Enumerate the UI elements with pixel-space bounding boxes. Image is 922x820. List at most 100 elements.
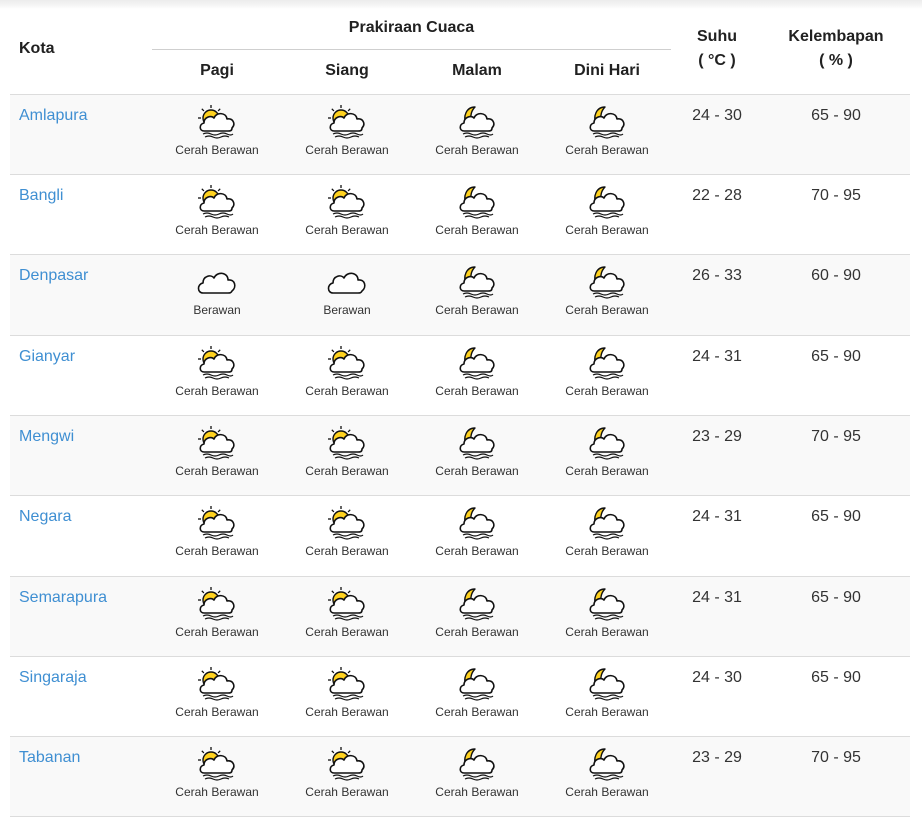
humidity-range: 70 - 95 bbox=[811, 749, 861, 766]
partly-cloudy-night-icon bbox=[412, 183, 542, 221]
partly-cloudy-day-icon bbox=[282, 665, 412, 703]
partly-cloudy-day-icon bbox=[152, 344, 282, 382]
weather-label: Cerah Berawan bbox=[175, 464, 259, 478]
partly-cloudy-day-icon bbox=[282, 745, 412, 783]
weather-cell: Cerah Berawan bbox=[282, 183, 412, 243]
weather-cell: Cerah Berawan bbox=[542, 344, 672, 404]
weather-label: Cerah Berawan bbox=[565, 785, 649, 799]
weather-cell: Cerah Berawan bbox=[542, 585, 672, 645]
humidity-range: 65 - 90 bbox=[811, 348, 861, 365]
weather-label: Cerah Berawan bbox=[175, 143, 259, 157]
weather-cell: Cerah Berawan bbox=[412, 103, 542, 163]
city-link[interactable]: Bangli bbox=[19, 187, 63, 205]
humidity-range: 70 - 95 bbox=[811, 187, 861, 204]
table-row: Amlapura Cerah Berawan Cerah Berawan Cerah … bbox=[10, 95, 910, 175]
partly-cloudy-day-icon bbox=[152, 103, 282, 141]
weather-cell: Cerah Berawan bbox=[282, 504, 412, 564]
partly-cloudy-night-icon bbox=[542, 183, 672, 221]
humidity-range: 70 - 95 bbox=[811, 428, 861, 445]
city-link[interactable]: Tabanan bbox=[19, 749, 80, 767]
partly-cloudy-day-icon bbox=[152, 183, 282, 221]
partly-cloudy-night-icon bbox=[542, 344, 672, 382]
weather-label: Cerah Berawan bbox=[175, 384, 259, 398]
weather-label: Cerah Berawan bbox=[305, 223, 389, 237]
partly-cloudy-day-icon bbox=[152, 665, 282, 703]
partly-cloudy-night-icon bbox=[542, 585, 672, 623]
weather-cell: Cerah Berawan bbox=[282, 344, 412, 404]
temperature-range: 24 - 30 bbox=[692, 669, 742, 686]
city-link[interactable]: Mengwi bbox=[19, 428, 74, 446]
partly-cloudy-night-icon bbox=[542, 745, 672, 783]
humidity-range: 65 - 90 bbox=[811, 669, 861, 686]
city-link[interactable]: Amlapura bbox=[19, 107, 87, 125]
weather-cell: Cerah Berawan bbox=[412, 263, 542, 323]
partly-cloudy-night-icon bbox=[412, 504, 542, 542]
weather-label: Cerah Berawan bbox=[175, 785, 259, 799]
partly-cloudy-night-icon bbox=[542, 263, 672, 301]
weather-label: Cerah Berawan bbox=[435, 143, 519, 157]
weather-cell: Cerah Berawan bbox=[152, 745, 282, 805]
weather-cell: Cerah Berawan bbox=[282, 424, 412, 484]
weather-cell: Cerah Berawan bbox=[152, 504, 282, 564]
partly-cloudy-day-icon bbox=[152, 745, 282, 783]
partly-cloudy-day-icon bbox=[282, 424, 412, 462]
weather-label: Cerah Berawan bbox=[305, 544, 389, 558]
weather-cell: Cerah Berawan bbox=[282, 585, 412, 645]
weather-cell: Cerah Berawan bbox=[152, 665, 282, 725]
partly-cloudy-night-icon bbox=[412, 585, 542, 623]
weather-label: Cerah Berawan bbox=[435, 625, 519, 639]
partly-cloudy-day-icon bbox=[282, 183, 412, 221]
weather-label: Cerah Berawan bbox=[435, 544, 519, 558]
temperature-range: 26 - 33 bbox=[692, 267, 742, 284]
temperature-range: 24 - 31 bbox=[692, 589, 742, 606]
weather-cell: Berawan bbox=[282, 263, 412, 323]
city-link[interactable]: Negara bbox=[19, 508, 71, 526]
table-row: Tabanan Cerah Berawan Cerah Berawan Cerah B… bbox=[10, 737, 910, 817]
weather-label: Cerah Berawan bbox=[305, 785, 389, 799]
weather-forecast-page: Kota Prakiraan Cuaca Pagi Siang Malam Di… bbox=[0, 0, 922, 820]
weather-label: Cerah Berawan bbox=[565, 544, 649, 558]
weather-cell: Cerah Berawan bbox=[542, 424, 672, 484]
weather-label: Cerah Berawan bbox=[175, 625, 259, 639]
city-link[interactable]: Gianyar bbox=[19, 348, 75, 366]
header-pagi: Pagi bbox=[200, 62, 234, 79]
partly-cloudy-day-icon bbox=[152, 504, 282, 542]
partly-cloudy-night-icon bbox=[412, 665, 542, 703]
weather-label: Cerah Berawan bbox=[565, 625, 649, 639]
weather-cell: Cerah Berawan bbox=[152, 103, 282, 163]
weather-cell: Cerah Berawan bbox=[412, 585, 542, 645]
partly-cloudy-night-icon bbox=[412, 745, 542, 783]
partly-cloudy-night-icon bbox=[412, 103, 542, 141]
weather-label: Cerah Berawan bbox=[175, 705, 259, 719]
weather-label: Cerah Berawan bbox=[435, 223, 519, 237]
weather-cell: Cerah Berawan bbox=[542, 504, 672, 564]
header-siang: Siang bbox=[325, 62, 369, 79]
partly-cloudy-day-icon bbox=[152, 424, 282, 462]
header-suhu-unit: ( °C ) bbox=[698, 52, 736, 69]
weather-cell: Cerah Berawan bbox=[542, 183, 672, 243]
weather-cell: Cerah Berawan bbox=[152, 344, 282, 404]
weather-cell: Cerah Berawan bbox=[282, 745, 412, 805]
partly-cloudy-night-icon bbox=[412, 344, 542, 382]
partly-cloudy-day-icon bbox=[282, 504, 412, 542]
header-suhu: Suhu bbox=[697, 28, 737, 45]
weather-label: Cerah Berawan bbox=[305, 464, 389, 478]
humidity-range: 65 - 90 bbox=[811, 589, 861, 606]
humidity-range: 65 - 90 bbox=[811, 107, 861, 124]
partly-cloudy-day-icon bbox=[282, 344, 412, 382]
weather-cell: Cerah Berawan bbox=[542, 103, 672, 163]
table-row: Negara Cerah Berawan Cerah Berawan Cerah Be… bbox=[10, 496, 910, 577]
weather-label: Cerah Berawan bbox=[565, 143, 649, 157]
city-link[interactable]: Semarapura bbox=[19, 589, 107, 607]
weather-cell: Berawan bbox=[152, 263, 282, 323]
weather-cell: Cerah Berawan bbox=[152, 183, 282, 243]
top-shadow-bar bbox=[0, 0, 922, 9]
partly-cloudy-night-icon bbox=[542, 424, 672, 462]
weather-label: Cerah Berawan bbox=[435, 785, 519, 799]
city-link[interactable]: Singaraja bbox=[19, 669, 87, 687]
weather-cell: Cerah Berawan bbox=[412, 504, 542, 564]
city-link[interactable]: Denpasar bbox=[19, 267, 88, 285]
weather-label: Cerah Berawan bbox=[435, 464, 519, 478]
header-kelembapan: Kelembapan bbox=[788, 28, 884, 45]
weather-cell: Cerah Berawan bbox=[542, 745, 672, 805]
